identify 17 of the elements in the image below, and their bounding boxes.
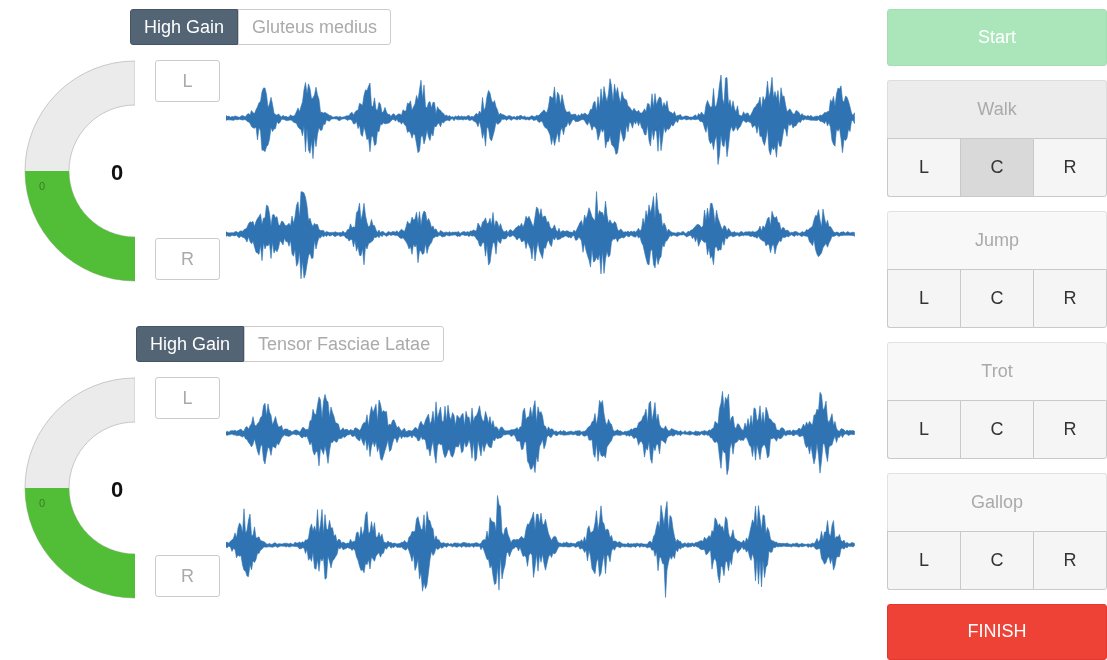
side-button[interactable]: C	[960, 137, 1033, 197]
side-button[interactable]: L	[887, 268, 960, 328]
tab[interactable]: High Gain	[136, 326, 245, 362]
gauge-value: 0	[110, 477, 124, 502]
side-button[interactable]: L	[887, 399, 960, 459]
side-button[interactable]: R	[1033, 268, 1107, 328]
side-button[interactable]: L	[887, 530, 960, 590]
side-button[interactable]: R	[1033, 399, 1107, 459]
side-button[interactable]: C	[960, 268, 1033, 328]
side-button[interactable]: R	[1033, 137, 1107, 197]
gauge-value: 0	[110, 160, 124, 185]
side-button[interactable]: L	[887, 137, 960, 197]
finish-button[interactable]: FINISH	[887, 603, 1107, 660]
side-button[interactable]: C	[960, 399, 1033, 459]
tab[interactable]: High Gain	[130, 9, 239, 45]
side-button[interactable]: C	[960, 530, 1033, 590]
side-button[interactable]: R	[1033, 530, 1107, 590]
